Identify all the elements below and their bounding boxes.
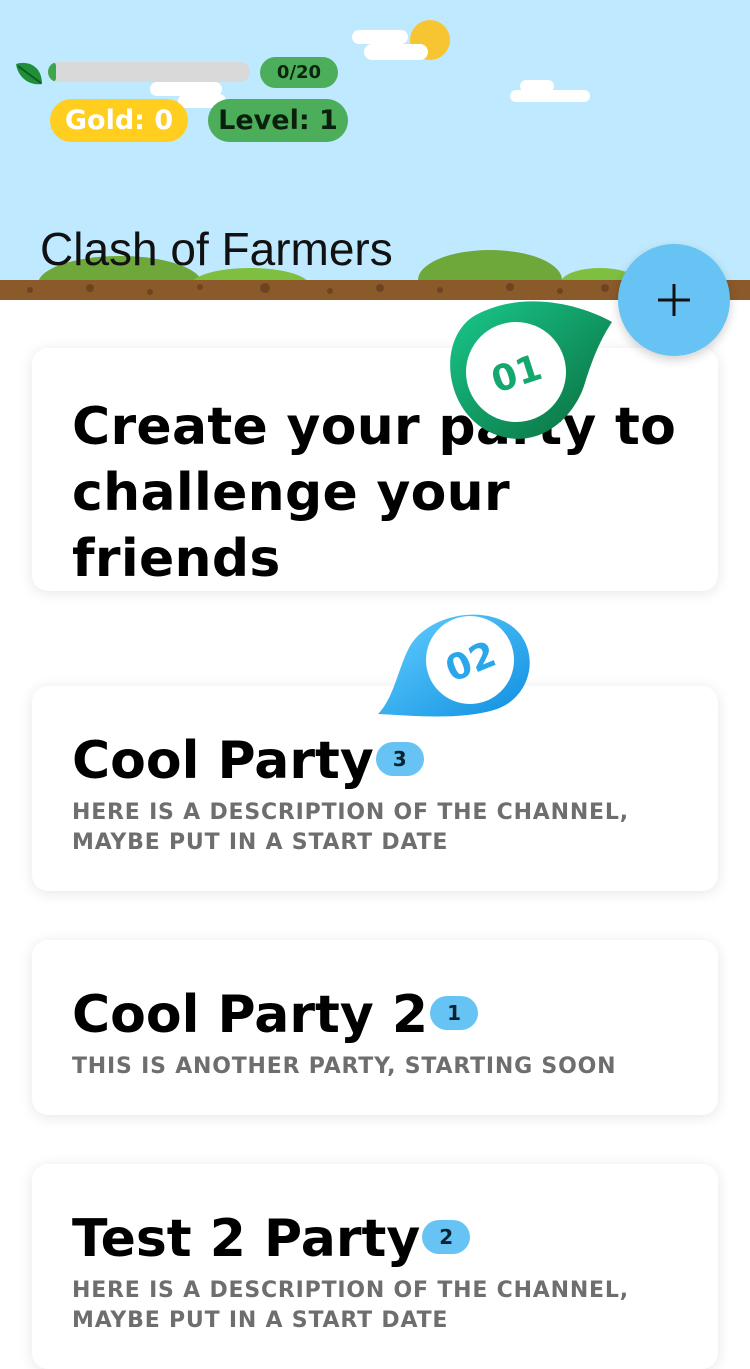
party-description: THIS IS ANOTHER PARTY, STARTING SOON <box>72 1054 617 1079</box>
cloud-icon <box>510 90 590 102</box>
leaf-icon <box>16 62 42 85</box>
party-name: Test 2 Party <box>72 1209 421 1269</box>
plus-icon <box>658 284 690 316</box>
xp-progress-bar <box>48 62 250 82</box>
member-count-badge: 2 <box>422 1220 471 1254</box>
member-count-badge: 3 <box>375 742 424 776</box>
cloud-icon <box>364 44 428 60</box>
party-name: Cool Party <box>72 731 374 791</box>
create-party-card[interactable]: Create your party to challenge your frie… <box>32 348 718 591</box>
gold-badge: Gold: 0 <box>50 99 188 142</box>
farm-header: Clash of Farmers 0/20 Gold: 0 Level: 1 <box>0 0 750 300</box>
party-card[interactable]: Test 2 Party 2 HERE IS A DESCRIPTION OF … <box>32 1164 718 1369</box>
party-name: Cool Party 2 <box>72 985 429 1045</box>
cloud-icon <box>520 80 554 92</box>
step-marker-icon: 01 <box>450 301 612 439</box>
cloud-icon <box>352 30 408 44</box>
party-description: HERE IS A DESCRIPTION OF THE CHANNEL, MA… <box>72 800 629 855</box>
step-marker-icon: 02 <box>378 614 530 717</box>
xp-progress-fill <box>48 62 56 82</box>
level-badge: Level: 1 <box>208 99 348 142</box>
party-description: HERE IS A DESCRIPTION OF THE CHANNEL, MA… <box>72 1278 629 1333</box>
party-card[interactable]: Cool Party 2 1 THIS IS ANOTHER PARTY, ST… <box>32 940 718 1115</box>
app-title: Clash of Farmers <box>40 223 393 275</box>
add-party-button[interactable] <box>618 244 730 356</box>
member-count-badge: 1 <box>430 996 479 1030</box>
xp-counter: 0/20 <box>260 57 338 88</box>
